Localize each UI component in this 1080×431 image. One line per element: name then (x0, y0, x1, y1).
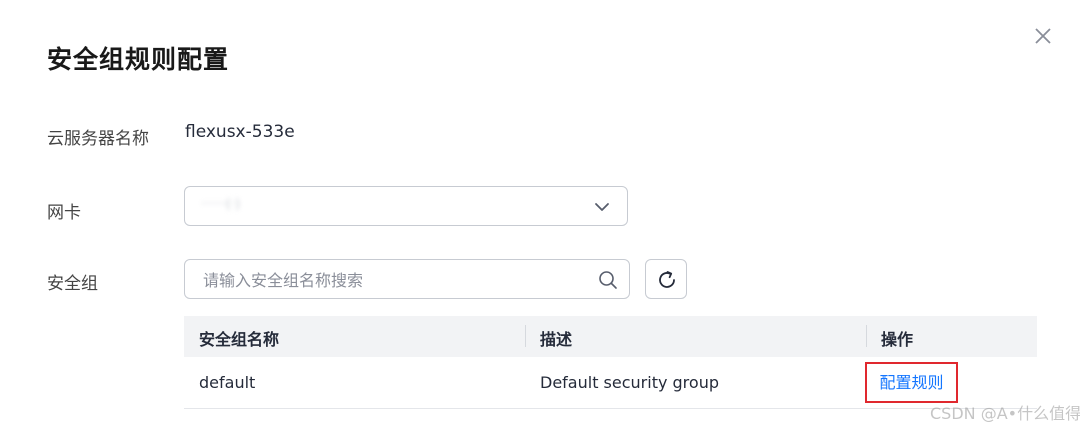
nic-label: 网卡 (47, 203, 81, 223)
column-header-description: 描述 (540, 330, 573, 349)
security-group-search-input[interactable] (201, 268, 585, 292)
chevron-down-icon (593, 198, 611, 216)
server-name-label: 云服务器名称 (47, 129, 149, 149)
watermark: CSDN @A•什么值得买 (930, 404, 1080, 423)
nic-select-value: ······(·) (201, 197, 241, 212)
security-group-name-cell: default (199, 373, 256, 392)
column-divider[interactable] (866, 325, 867, 347)
security-group-table: 安全组名称 描述 操作 default Default security gro… (184, 316, 1037, 409)
table-header: 安全组名称 描述 操作 (184, 316, 1037, 357)
search-icon[interactable] (597, 269, 619, 291)
refresh-icon (659, 271, 675, 288)
security-group-search (184, 259, 630, 299)
nic-select[interactable]: ······(·) (184, 186, 628, 226)
column-header-action: 操作 (881, 330, 914, 349)
column-divider[interactable] (525, 325, 526, 347)
refresh-button[interactable] (645, 259, 687, 299)
security-group-description-cell: Default security group (540, 373, 719, 392)
configure-rules-link[interactable]: 配置规则 (865, 362, 958, 403)
security-group-rule-dialog: 安全组规则配置 云服务器名称 flexusx-533e 网卡 ······(·)… (0, 0, 1080, 431)
column-header-name: 安全组名称 (199, 330, 280, 349)
server-name-value: flexusx-533e (185, 122, 295, 142)
close-icon[interactable] (1031, 24, 1055, 48)
dialog-title: 安全组规则配置 (47, 45, 230, 74)
security-group-label: 安全组 (47, 274, 98, 294)
